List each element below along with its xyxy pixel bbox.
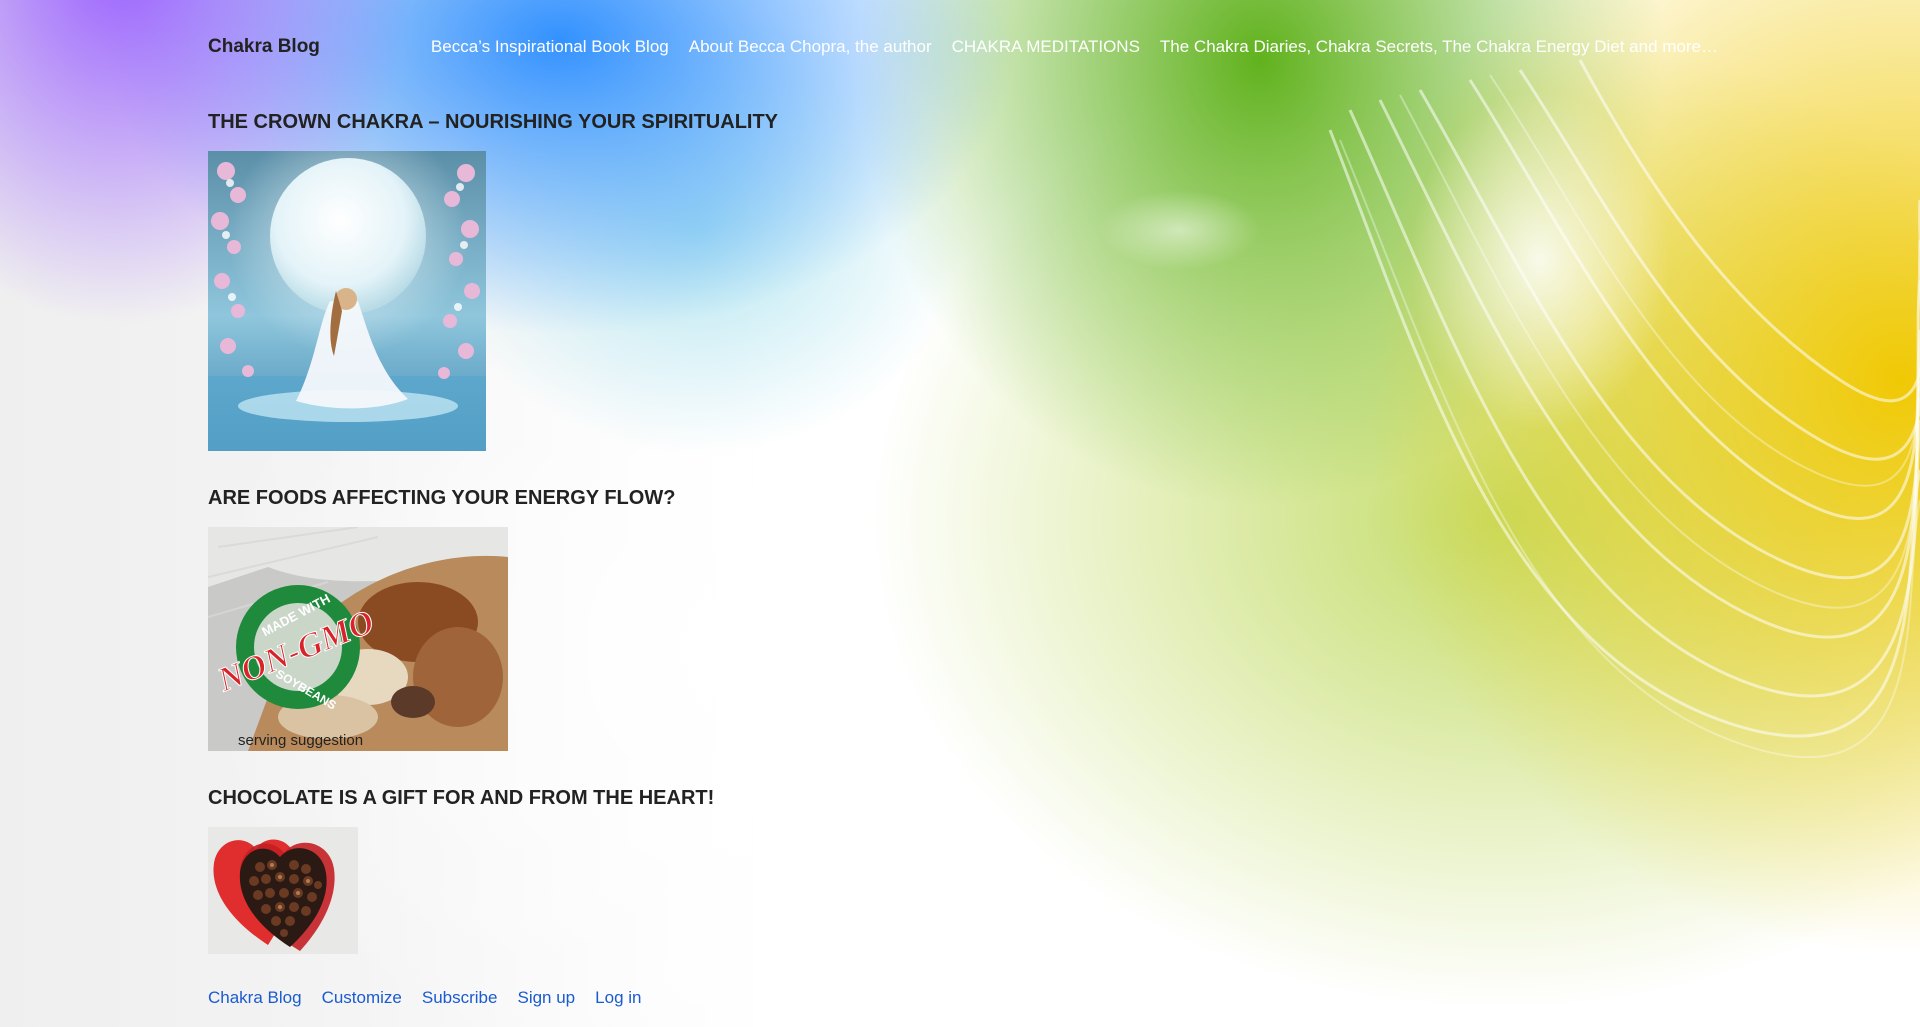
post-thumbnail-chocolate[interactable] (208, 827, 358, 954)
nav-link-books[interactable]: The Chakra Diaries, Chakra Secrets, The … (1160, 37, 1718, 57)
post-chocolate-heart: CHOCOLATE IS A GIFT FOR AND FROM THE HEA… (208, 787, 714, 954)
post-foods-energy: ARE FOODS AFFECTING YOUR ENERGY FLOW? MA… (208, 487, 675, 751)
footer-link-chakra-blog[interactable]: Chakra Blog (208, 988, 302, 1008)
footer-links: Chakra Blog Customize Subscribe Sign up … (208, 988, 641, 1008)
post-title-link[interactable]: THE CROWN CHAKRA – NOURISHING YOUR SPIRI… (208, 111, 778, 133)
footer-link-log-in[interactable]: Log in (595, 988, 641, 1008)
footer-link-subscribe[interactable]: Subscribe (422, 988, 498, 1008)
site-header: Chakra Blog Becca’s Inspirational Book B… (208, 34, 1718, 60)
post-title-link[interactable]: CHOCOLATE IS A GIFT FOR AND FROM THE HEA… (208, 787, 714, 809)
nav-link-book-blog[interactable]: Becca’s Inspirational Book Blog (431, 37, 669, 57)
chocolate-heart-box-image (208, 827, 358, 954)
primary-navigation: Becca’s Inspirational Book Blog About Be… (431, 37, 1718, 57)
nav-link-about-author[interactable]: About Becca Chopra, the author (689, 37, 932, 57)
footer-link-sign-up[interactable]: Sign up (517, 988, 575, 1008)
serving-suggestion-text: serving suggestion (238, 732, 363, 749)
footer-link-customize[interactable]: Customize (322, 988, 402, 1008)
post-title-link[interactable]: ARE FOODS AFFECTING YOUR ENERGY FLOW? (208, 487, 675, 509)
moon-woman-image (208, 151, 486, 451)
post-thumbnail-crown-chakra[interactable] (208, 151, 486, 451)
post-crown-chakra: THE CROWN CHAKRA – NOURISHING YOUR SPIRI… (208, 111, 778, 451)
post-thumbnail-foods[interactable]: MADE WITH NON-GMO SOYBEANS serving sugge… (208, 527, 508, 751)
non-gmo-pizza-image: MADE WITH NON-GMO SOYBEANS serving sugge… (208, 527, 508, 751)
nav-link-chakra-meditations[interactable]: CHAKRA MEDITATIONS (952, 37, 1140, 57)
site-title-link[interactable]: Chakra Blog (208, 36, 320, 58)
